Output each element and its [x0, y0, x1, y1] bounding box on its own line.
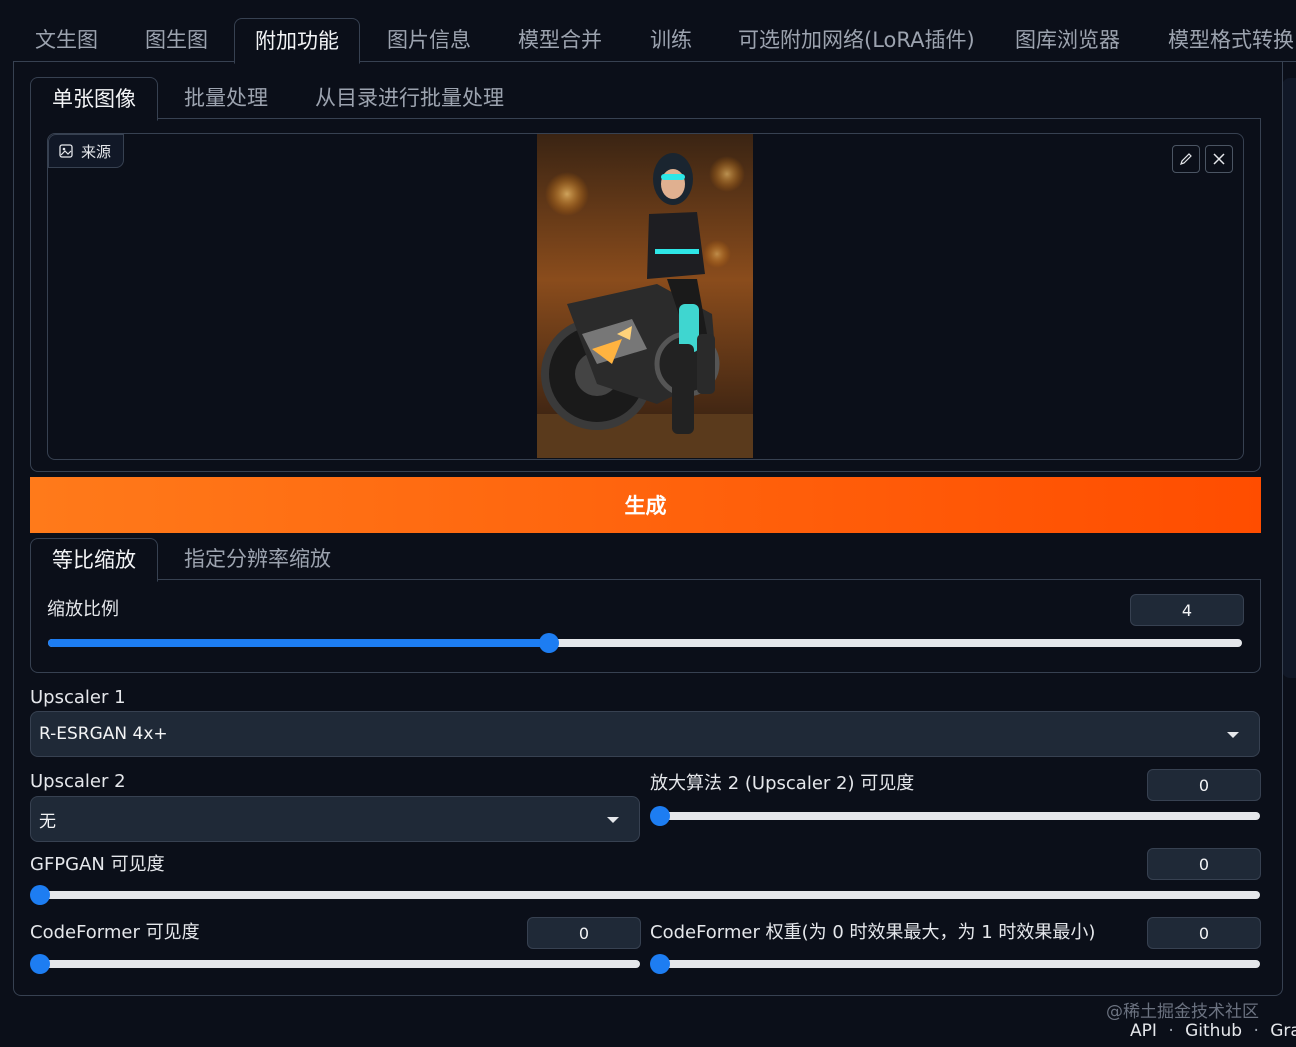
source-label: 来源: [48, 134, 125, 168]
upscaler2-visibility-input[interactable]: 0: [1147, 769, 1261, 801]
footer-link-github[interactable]: Github: [1185, 1021, 1242, 1041]
upscaler1-value: R-ESRGAN 4x+: [39, 724, 168, 744]
codeformer-weight-slider[interactable]: [650, 954, 1260, 974]
tab-batch-from-directory[interactable]: 从目录进行批量处理: [315, 77, 504, 119]
codeformer-weight-label: CodeFormer 权重(为 0 时效果最大，为 1 时效果最小): [650, 922, 1096, 943]
codeformer-visibility-thumb[interactable]: [30, 954, 50, 974]
gfpgan-visibility-label: GFPGAN 可见度: [30, 854, 165, 875]
tab-scale-to[interactable]: 指定分辨率缩放: [184, 538, 331, 580]
tab-png-info[interactable]: 图片信息: [387, 18, 471, 62]
codeformer-weight-thumb[interactable]: [650, 954, 670, 974]
upscaler2-select[interactable]: 无: [30, 796, 640, 842]
tab-scale-by[interactable]: 等比缩放: [30, 538, 158, 582]
codeformer-weight-input[interactable]: 0: [1147, 917, 1261, 949]
tab-txt2img[interactable]: 文生图: [35, 18, 98, 62]
tab-single-image[interactable]: 单张图像: [30, 77, 158, 121]
watermark: @稀土掘金技术社区: [1106, 1002, 1259, 1022]
pencil-icon: [1180, 153, 1192, 165]
tab-batch-process[interactable]: 批量处理: [184, 77, 268, 119]
chevron-down-icon: [1227, 732, 1239, 738]
resize-slider[interactable]: [48, 633, 1242, 653]
close-icon: [1213, 153, 1225, 165]
upscaler2-label: Upscaler 2: [30, 771, 126, 792]
tab-additional-networks[interactable]: 可选附加网络(LoRA插件): [738, 18, 975, 62]
footer-links: API · Github · Gradio: [1130, 1021, 1296, 1041]
source-image: [537, 134, 753, 458]
footer-separator: ·: [1168, 1021, 1174, 1041]
gfpgan-visibility-input[interactable]: 0: [1147, 848, 1261, 880]
image-icon: [59, 144, 73, 158]
footer-link-api[interactable]: API: [1130, 1021, 1157, 1041]
upscaler2-visibility-label: 放大算法 2 (Upscaler 2) 可见度: [650, 773, 915, 794]
clear-image-button[interactable]: [1205, 145, 1233, 173]
gfpgan-visibility-thumb[interactable]: [30, 885, 50, 905]
generate-button[interactable]: 生成: [30, 477, 1261, 533]
upscaler2-value: 无: [39, 811, 56, 832]
edit-button[interactable]: [1172, 145, 1200, 173]
footer-separator: ·: [1253, 1021, 1259, 1041]
resize-slider-fill: [48, 639, 550, 647]
scale-container: [30, 579, 1261, 673]
tab-train[interactable]: 训练: [650, 18, 692, 62]
footer-link-gradio[interactable]: Gradio: [1270, 1021, 1296, 1041]
upscaler2-visibility-thumb[interactable]: [650, 806, 670, 826]
upscaler1-select[interactable]: R-ESRGAN 4x+: [30, 711, 1260, 757]
tab-img2img[interactable]: 图生图: [145, 18, 208, 62]
tab-image-browser[interactable]: 图库浏览器: [1015, 18, 1120, 62]
tab-extras[interactable]: 附加功能: [234, 18, 360, 64]
upscaler1-label: Upscaler 1: [30, 687, 126, 708]
codeformer-visibility-label: CodeFormer 可见度: [30, 922, 200, 943]
source-label-text: 来源: [81, 142, 112, 161]
resize-number-input[interactable]: 4: [1130, 594, 1244, 626]
resize-label: 缩放比例: [47, 599, 119, 620]
tab-model-converter[interactable]: 模型格式转换: [1168, 18, 1294, 62]
right-column-edge: [1282, 78, 1296, 678]
upscaler2-visibility-slider[interactable]: [650, 806, 1260, 826]
codeformer-visibility-input[interactable]: 0: [527, 917, 641, 949]
chevron-down-icon: [607, 817, 619, 823]
tab-model-merge[interactable]: 模型合并: [518, 18, 602, 62]
codeformer-visibility-slider[interactable]: [30, 954, 640, 974]
gfpgan-visibility-slider[interactable]: [30, 885, 1260, 905]
